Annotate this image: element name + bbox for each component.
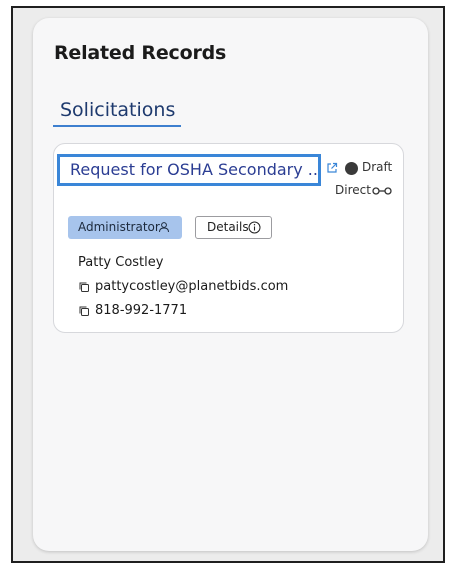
screenshot-frame: Related Records Solicitations Request fo…	[11, 6, 445, 563]
copy-icon[interactable]	[78, 305, 90, 317]
status-indicator-icon	[345, 162, 358, 175]
details-button-label: Details	[207, 220, 249, 234]
contact-email: pattycostley@planetbids.com	[95, 279, 289, 294]
related-records-panel: Related Records Solicitations Request fo…	[33, 18, 428, 551]
role-badge-label: Administrator	[78, 220, 160, 234]
user-icon	[159, 222, 169, 233]
details-button[interactable]: Details	[195, 216, 272, 239]
contact-name: Patty Costley	[78, 255, 164, 270]
link-type-label: Direct	[335, 183, 371, 197]
status-label: Draft	[362, 160, 393, 174]
contact-phone: 818-992-1771	[95, 303, 188, 318]
panel-title: Related Records	[54, 42, 227, 64]
info-icon	[248, 221, 261, 234]
role-badge: Administrator	[68, 216, 182, 239]
link-chain-icon	[372, 187, 392, 195]
record-card: Request for OSHA Secondary ... Draft Dir…	[53, 143, 404, 333]
tab-solicitations[interactable]: Solicitations	[53, 95, 182, 127]
external-link-icon[interactable]	[326, 162, 338, 174]
copy-icon[interactable]	[78, 281, 90, 293]
record-title-link[interactable]: Request for OSHA Secondary ...	[57, 154, 321, 186]
